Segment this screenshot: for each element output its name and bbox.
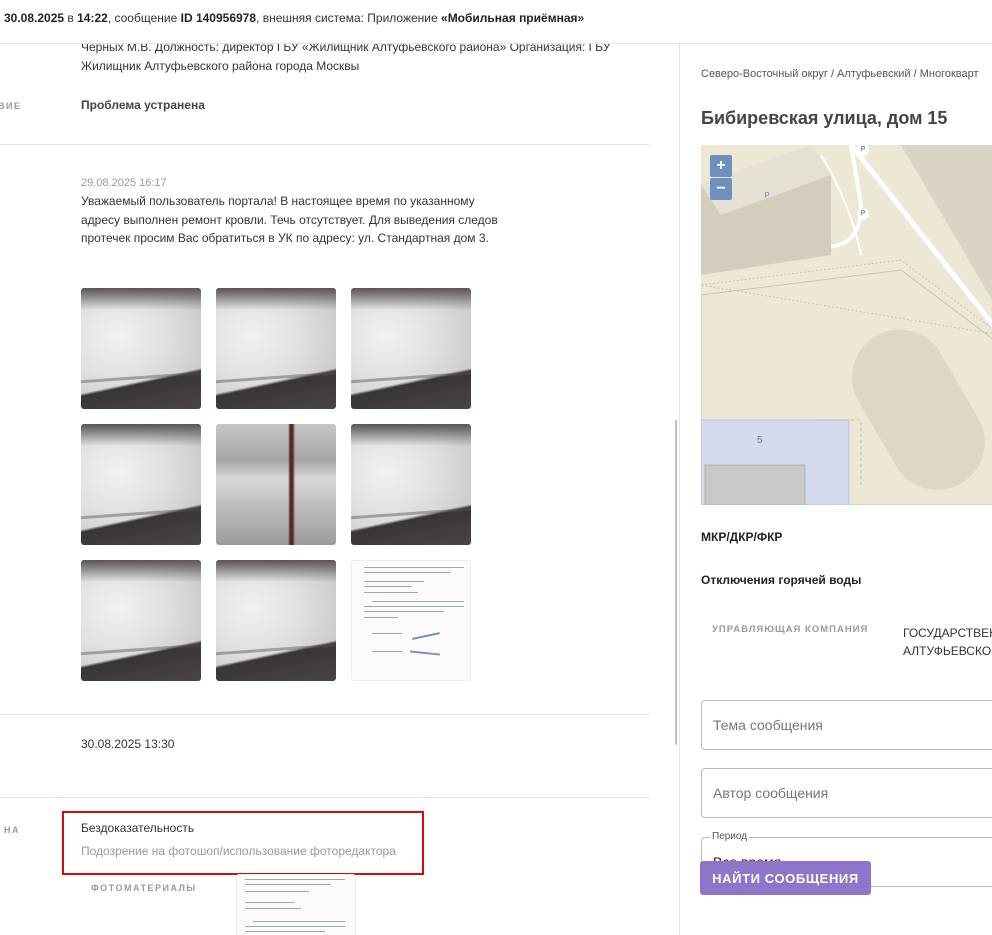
- answer-photo-3[interactable]: [351, 288, 471, 409]
- message-header-line: 30.08.2025 в 14:22, сообщение ID 1409569…: [4, 11, 584, 25]
- hot-water-section-title[interactable]: Отключения горячей воды: [701, 573, 861, 587]
- topic-input[interactable]: [702, 701, 992, 749]
- find-messages-button[interactable]: НАЙТИ СООБЩЕНИЯ: [700, 861, 871, 895]
- author-input[interactable]: [702, 769, 992, 817]
- second-datetime: 30.08.2025 13:30: [81, 737, 175, 751]
- author-field[interactable]: [701, 768, 992, 818]
- header-message-prefix: , сообщение: [107, 11, 178, 25]
- management-company-label: УПРАВЛЯЮЩАЯ КОМПАНИЯ: [712, 624, 869, 635]
- photo-material-document[interactable]: [236, 874, 356, 935]
- answer-photo-6[interactable]: [351, 424, 471, 545]
- map-building-garage: [704, 464, 806, 505]
- message-details-panel: Черных М.В. Должность: директор ГБУ «Жил…: [0, 44, 650, 935]
- answer-photo-4[interactable]: [81, 424, 201, 545]
- answer-photo-5[interactable]: [216, 424, 336, 545]
- map-building-number: 5: [757, 435, 763, 446]
- address-map[interactable]: + − 5 P P P: [701, 145, 992, 505]
- header-message-id: ID 140956978: [180, 11, 257, 25]
- management-company-value-line2: АЛТУФЬЕВСКОГ: [903, 644, 992, 658]
- management-company-value-line1: ГОСУДАРСТВЕН: [903, 626, 992, 640]
- photo-materials-label: ФОТОМАТЕРИАЛЫ: [91, 883, 197, 893]
- answer-photo-7[interactable]: [81, 560, 201, 681]
- header-system-name: «Мобильная приёмная»: [441, 11, 585, 25]
- section-divider: [0, 144, 650, 145]
- answer-photo-document[interactable]: [351, 560, 471, 681]
- map-poi-parking-marker[interactable]: P: [761, 191, 773, 203]
- topic-field[interactable]: [701, 700, 992, 750]
- reason-title: Бездоказательность: [81, 821, 195, 835]
- management-company-value: ГОСУДАРСТВЕН АЛТУФЬЕВСКОГ: [903, 624, 992, 660]
- state-value: Проблема устранена: [81, 98, 205, 112]
- answer-text: Уважаемый пользователь портала! В настоя…: [81, 194, 498, 245]
- section-divider: [0, 797, 650, 798]
- address-title: Бибиревская улица, дом 15: [701, 108, 948, 128]
- responsible-person-text: Черных М.В. Должность: директор ГБУ «Жил…: [81, 44, 611, 73]
- mkr-section-title[interactable]: МКР/ДКР/ФКР: [701, 530, 782, 544]
- answer-datetime: 29.08.2025 16:17: [81, 177, 167, 189]
- answer-photo-8[interactable]: [216, 560, 336, 681]
- map-zoom-out-button[interactable]: −: [710, 178, 732, 200]
- answer-photo-2[interactable]: [216, 288, 336, 409]
- map-poi-parking-marker[interactable]: P: [857, 208, 869, 220]
- reason-detail: Подозрение на фотошоп/использование фото…: [81, 844, 396, 858]
- address-breadcrumb[interactable]: Северо-Восточный округ / Алтуфьевский / …: [701, 68, 979, 80]
- period-label: Период: [710, 831, 750, 842]
- state-field-label: ВИЕ: [0, 101, 22, 111]
- left-panel-scrollbar[interactable]: [675, 420, 677, 745]
- answer-photo-1[interactable]: [81, 288, 201, 409]
- section-divider: [0, 714, 650, 715]
- header-date: 30.08.2025: [4, 11, 65, 25]
- header-time: 14:22: [77, 11, 108, 25]
- reason-field-label: НА: [4, 825, 20, 835]
- map-canvas: [701, 145, 992, 505]
- header-in-word: в: [67, 11, 74, 25]
- map-zoom-in-button[interactable]: +: [710, 155, 732, 177]
- message-header-bar: 30.08.2025 в 14:22, сообщение ID 1409569…: [0, 0, 992, 44]
- address-info-panel: Северо-Восточный округ / Алтуфьевский / …: [679, 44, 992, 935]
- header-system-text: , внешняя система: Приложение: [256, 11, 438, 25]
